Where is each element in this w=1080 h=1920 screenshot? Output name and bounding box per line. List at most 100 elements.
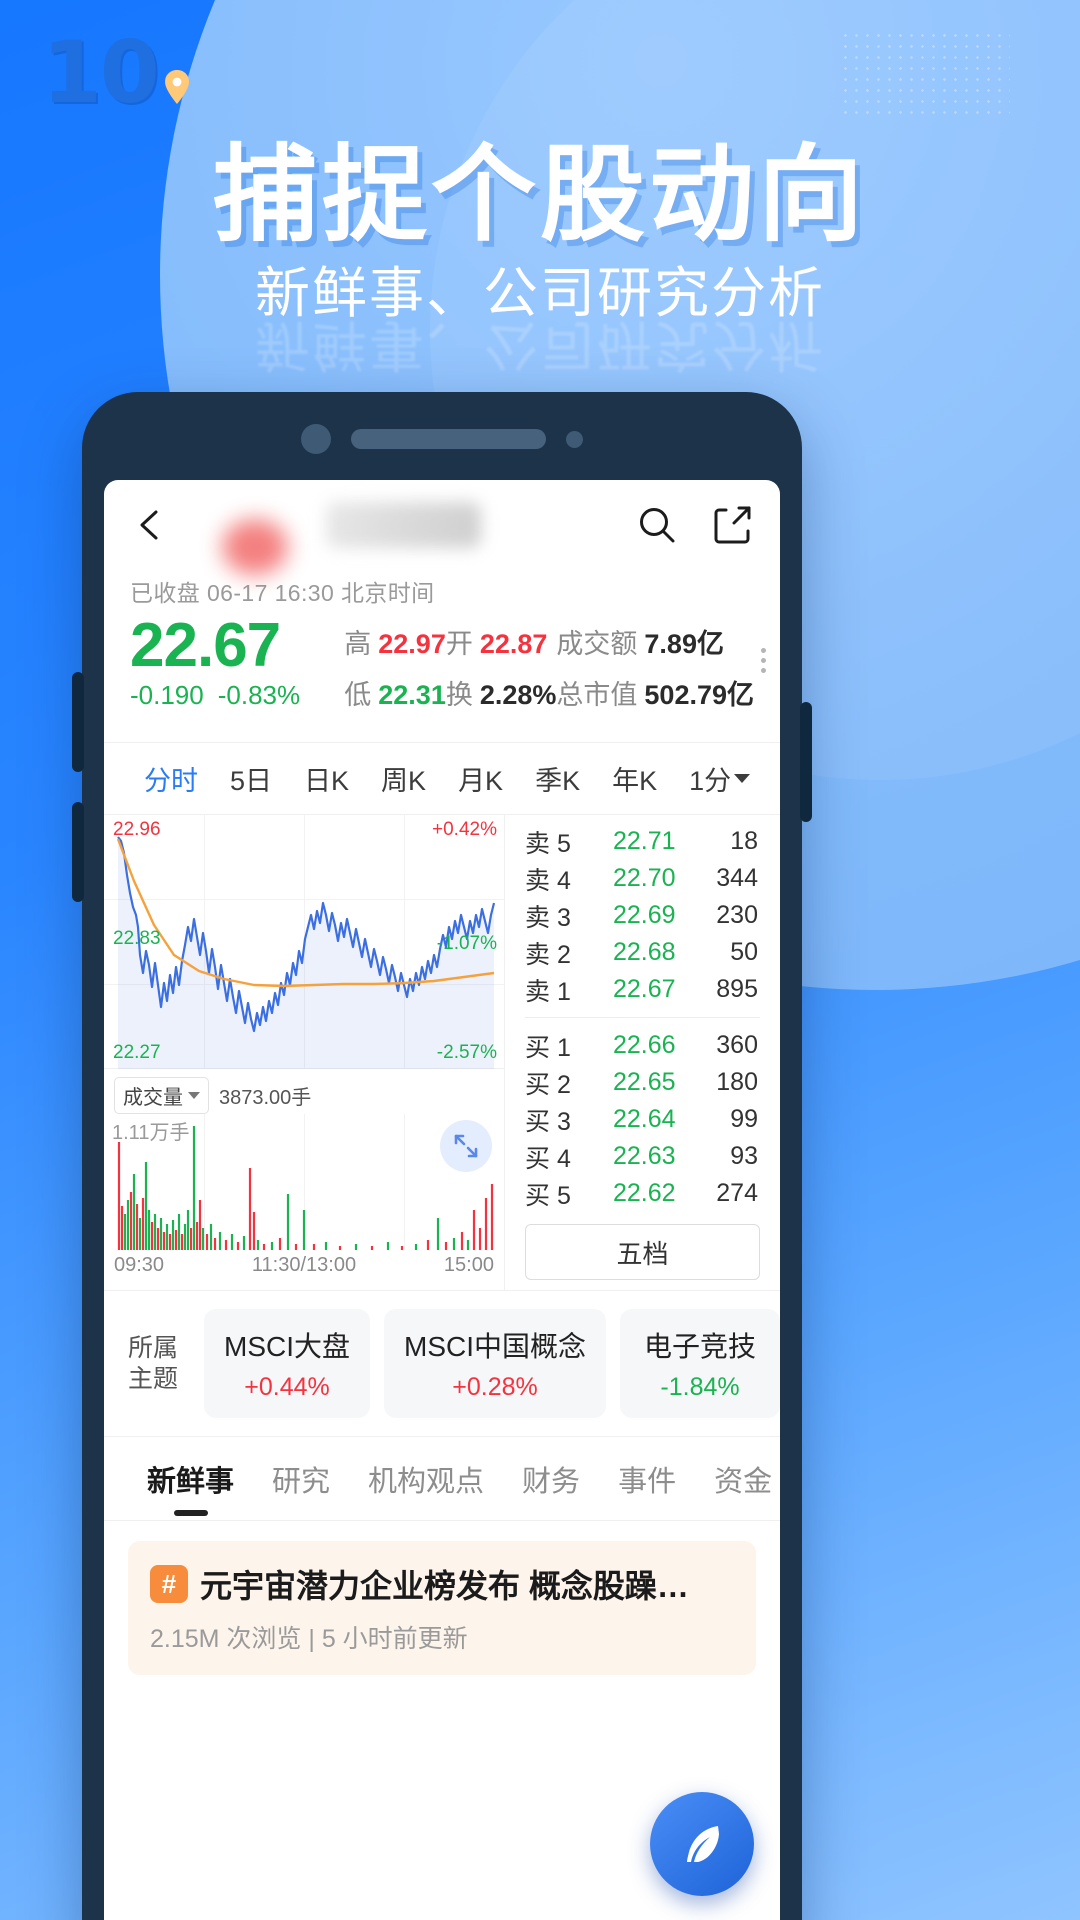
bid-qty: 180 (716, 1068, 758, 1096)
chart-tab-bar: 分时 5日 日K 周K 月K 季K 年K 1分 (104, 743, 780, 815)
orderbook-bid-row[interactable]: 买 5 22.62 274 (505, 1175, 780, 1212)
stat-low-value: 22.31 (378, 680, 446, 710)
expand-chart-icon[interactable] (440, 1120, 492, 1172)
promo-headline: 捕捉个股动向 (212, 134, 867, 256)
intraday-price-chart[interactable]: 22.96 +0.42% 22.83 -1.07% 22.27 -2.57% (104, 815, 504, 1069)
back-button[interactable] (130, 505, 170, 545)
theme-label-line1: 所属 (128, 1333, 179, 1362)
sensor-dot (566, 430, 583, 448)
chart-time-axis: 09:30 11:30/13:00 15:00 (104, 1250, 504, 1287)
ask-price: 22.70 (613, 864, 676, 892)
volume-current-value: 3873.00手 (219, 1087, 312, 1109)
price-change: -0.190 -0.83% (130, 680, 344, 711)
logo-number: 10 (42, 23, 160, 123)
stat-market-cap-value: 502.79亿 (644, 680, 754, 710)
tab-capital-flow[interactable]: 资金 (695, 1458, 780, 1500)
theme-card[interactable]: MSCI中国概念 +0.28% (384, 1309, 607, 1418)
change-percent: -0.83% (217, 680, 301, 711)
stat-low: 低 22.31 (344, 673, 446, 712)
location-pin-icon (164, 70, 190, 104)
tab-research[interactable]: 研究 (253, 1458, 349, 1500)
orderbook-ask-row[interactable]: 卖 4 22.70 344 (505, 860, 780, 897)
stats-column-1: 高 22.97 低 22.31 (344, 612, 446, 724)
chart-label-mid-pct: -1.07% (436, 933, 497, 954)
chart-tab-intraday[interactable]: 分时 (128, 759, 214, 798)
news-title-row: # 元宇宙潜力企业榜发布 概念股躁… (150, 1561, 734, 1607)
stat-turnover-rate-label: 换 (445, 680, 473, 710)
chart-tab-monthly[interactable]: 月K (442, 759, 519, 798)
theme-name: MSCI中国概念 (404, 1331, 587, 1362)
theme-section-label: 所属 主题 (128, 1333, 190, 1395)
theme-name: MSCI大盘 (224, 1331, 351, 1362)
news-card[interactable]: # 元宇宙潜力企业榜发布 概念股躁… 2.15M 次浏览 | 5 小时前更新 (128, 1541, 756, 1675)
orderbook-ask-row[interactable]: 卖 3 22.69 230 (505, 897, 780, 934)
orderbook-bid-row[interactable]: 买 4 22.63 93 (505, 1138, 780, 1175)
phone-screen: 已收盘 06-17 16:30 北京时间 22.67 -0.190 -0.83% … (104, 480, 780, 1920)
ask-price: 22.71 (613, 827, 676, 855)
phone-mockup: 已收盘 06-17 16:30 北京时间 22.67 -0.190 -0.83% … (72, 392, 812, 1920)
stat-turnover-rate: 换 2.28% (446, 673, 557, 712)
theme-card[interactable]: MSCI大盘 +0.44% (204, 1309, 371, 1418)
app-bar (104, 480, 780, 575)
orderbook-ask-row[interactable]: 卖 1 22.67 895 (505, 971, 780, 1008)
phone-power-button (800, 702, 812, 822)
tab-financials[interactable]: 财务 (503, 1458, 599, 1500)
volume-chart[interactable]: 1.11万手 (104, 1114, 504, 1250)
time-tick-close: 15:00 (443, 1254, 494, 1276)
orderbook-bid-row[interactable]: 买 1 22.66 360 (505, 1027, 780, 1064)
more-vertical-icon[interactable] (761, 648, 766, 673)
volume-indicator-selector[interactable]: 成交量 (114, 1077, 209, 1114)
theme-label-line2: 主题 (128, 1364, 179, 1393)
chart-tab-daily[interactable]: 日K (288, 759, 365, 798)
bid-price: 22.64 (613, 1105, 676, 1133)
chart-tab-5day[interactable]: 5日 (214, 759, 288, 798)
bid-qty: 274 (716, 1179, 758, 1207)
bid-label: 买 3 (525, 1107, 571, 1136)
ask-price: 22.69 (613, 901, 676, 929)
orderbook-ask-row[interactable]: 卖 5 22.71 18 (505, 823, 780, 860)
chart-tab-yearly[interactable]: 年K (596, 759, 673, 798)
chart-interval-selector[interactable]: 1分 (673, 759, 766, 798)
last-price: 22.67 (130, 611, 281, 680)
compose-post-button[interactable] (650, 1792, 754, 1896)
search-icon[interactable] (636, 504, 678, 546)
bid-label: 买 1 (525, 1033, 571, 1062)
news-list: # 元宇宙潜力企业榜发布 概念股躁… 2.15M 次浏览 | 5 小时前更新 (104, 1521, 780, 1675)
stat-market-cap: 总市值 502.79亿 (556, 673, 754, 712)
bid-label: 买 5 (525, 1181, 571, 1210)
feather-pen-icon (687, 1826, 719, 1862)
hashtag-icon: # (150, 1565, 188, 1603)
depth-five-levels-button[interactable]: 五档 (525, 1224, 760, 1280)
ask-qty: 50 (730, 938, 758, 966)
chart-label-mid: 22.83 (113, 928, 161, 949)
share-external-icon[interactable] (712, 504, 754, 546)
orderbook-bid-row[interactable]: 买 3 22.64 99 (505, 1101, 780, 1138)
front-camera-icon (301, 424, 331, 454)
theme-card[interactable]: 电子竞技 -1.84% (620, 1309, 780, 1418)
stat-high-value: 22.97 (378, 629, 446, 659)
stat-high: 高 22.97 (344, 622, 446, 661)
bid-price: 22.66 (613, 1031, 676, 1059)
stat-turnover-rate-value: 2.28% (479, 680, 557, 710)
orderbook-ask-row[interactable]: 卖 2 22.68 50 (505, 934, 780, 971)
chart-label-high-pct: +0.42% (432, 819, 497, 840)
stat-open: 开 22.87 (446, 622, 557, 661)
chart-tab-quarterly[interactable]: 季K (519, 759, 596, 798)
bid-price: 22.63 (613, 1142, 676, 1170)
tab-news[interactable]: 新鲜事 (128, 1458, 253, 1500)
app-logo: 10 (42, 30, 190, 116)
earpiece-speaker (351, 429, 546, 449)
bid-price: 22.65 (613, 1068, 676, 1096)
chart-tab-weekly[interactable]: 周K (365, 759, 442, 798)
theme-tags-row: 所属 主题 MSCI大盘 +0.44% MSCI中国概念 +0.28% 电子竞技… (104, 1291, 780, 1437)
bid-label: 买 4 (525, 1144, 571, 1173)
tab-events[interactable]: 事件 (599, 1458, 695, 1500)
chart-label-high: 22.96 (113, 819, 161, 840)
chart-and-orderbook: 22.96 +0.42% 22.83 -1.07% 22.27 -2.57% 成… (104, 815, 780, 1291)
chart-settings-icon[interactable] (766, 756, 780, 801)
tab-institution-views[interactable]: 机构观点 (349, 1458, 503, 1500)
stat-market-cap-label: 总市值 (556, 680, 638, 710)
phone-volume-down-button (72, 802, 84, 902)
stat-open-value: 22.87 (479, 629, 548, 659)
orderbook-bid-row[interactable]: 买 2 22.65 180 (505, 1064, 780, 1101)
